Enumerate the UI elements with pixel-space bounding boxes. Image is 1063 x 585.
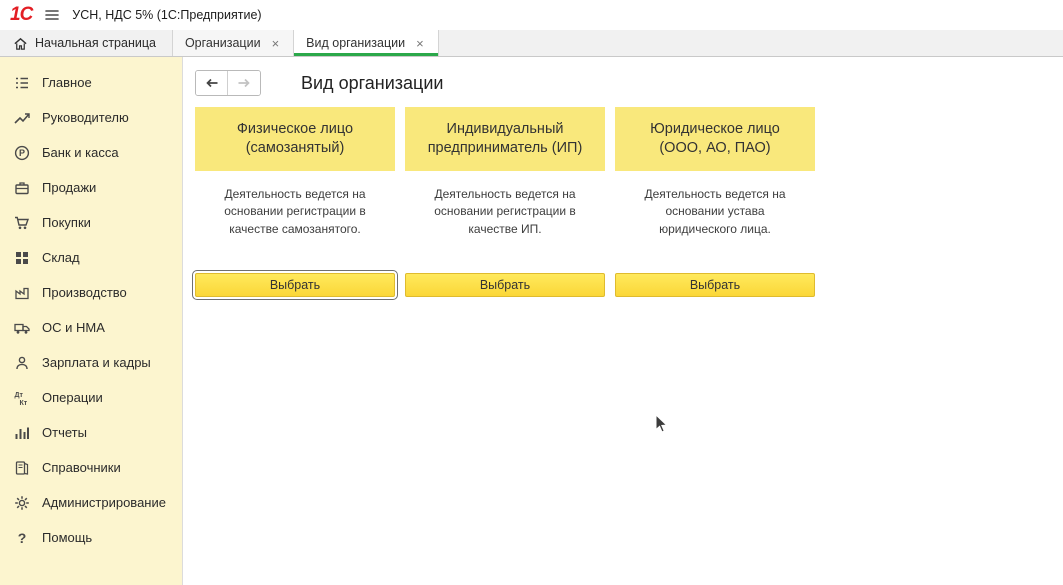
card-legal-entity: Юридическое лицо (ООО, АО, ПАО) Деятельн… (615, 107, 815, 297)
sidebar-item-references[interactable]: Справочники (0, 450, 182, 485)
sidebar-item-label: Покупки (42, 215, 91, 230)
sidebar-item-label: Отчеты (42, 425, 87, 440)
window-title: УСН, НДС 5% (1С:Предприятие) (72, 8, 261, 22)
arrow-right-icon (236, 75, 252, 91)
sidebar-item-bank-cash[interactable]: Р Банк и касса (0, 135, 182, 170)
card-self-employed: Физическое лицо (самозанятый) Деятельнос… (195, 107, 395, 297)
sidebar-item-help[interactable]: ? Помощь (0, 520, 182, 555)
pallet-grid-icon (14, 250, 30, 266)
sidebar-item-label: Администрирование (42, 495, 166, 510)
books-icon (14, 460, 30, 476)
truck-icon (14, 320, 30, 336)
person-icon (14, 355, 30, 371)
ruble-coin-icon: Р (14, 145, 30, 161)
forward-button[interactable] (228, 71, 260, 95)
main-content: Вид организации Физическое лицо (самозан… (183, 57, 1063, 585)
sidebar-item-production[interactable]: Производство (0, 275, 182, 310)
card-description: Деятельность ведется на основании устава… (615, 171, 815, 273)
sidebar-item-label: Склад (42, 250, 80, 265)
sidebar-item-operations[interactable]: ДтКт Операции (0, 380, 182, 415)
sidebar-item-warehouse[interactable]: Склад (0, 240, 182, 275)
tab-bar: Начальная страница Организации × Вид орг… (0, 30, 1063, 57)
svg-text:Дт: Дт (15, 392, 24, 399)
main-menu-button[interactable] (44, 7, 60, 23)
arrow-left-icon (204, 75, 220, 91)
briefcase-icon (14, 180, 30, 196)
tab-organization-type[interactable]: Вид организации × (294, 30, 439, 56)
sidebar-item-administration[interactable]: Администрирование (0, 485, 182, 520)
sidebar-item-reports[interactable]: Отчеты (0, 415, 182, 450)
sidebar-item-label: Продажи (42, 180, 96, 195)
question-icon: ? (14, 530, 30, 546)
debit-credit-icon: ДтКт (14, 390, 30, 406)
choose-button-legal-entity[interactable]: Выбрать (615, 273, 815, 297)
sidebar-item-label: Операции (42, 390, 103, 405)
page-title: Вид организации (301, 73, 443, 94)
hamburger-menu-icon (44, 7, 60, 23)
choose-button-individual-entrepreneur[interactable]: Выбрать (405, 273, 605, 297)
1c-logo: 1С (10, 4, 32, 26)
tab-organizations[interactable]: Организации × (173, 30, 294, 56)
sidebar-item-manager[interactable]: Руководителю (0, 100, 182, 135)
trend-chart-icon (14, 110, 30, 126)
organization-type-cards: Физическое лицо (самозанятый) Деятельнос… (195, 107, 1063, 297)
card-title: Индивидуальный предприниматель (ИП) (405, 107, 605, 171)
factory-icon (14, 285, 30, 301)
sidebar-item-label: Зарплата и кадры (42, 355, 151, 370)
sidebar-item-label: Банк и касса (42, 145, 119, 160)
tab-label: Вид организации (306, 36, 405, 50)
shopping-cart-icon (14, 215, 30, 231)
card-description: Деятельность ведется на основании регист… (195, 171, 395, 273)
tab-close-icon[interactable]: × (270, 36, 282, 51)
tab-close-icon[interactable]: × (414, 36, 426, 51)
sidebar: Главное Руководителю Р Банк и касса Прод… (0, 57, 183, 585)
choose-button-self-employed[interactable]: Выбрать (195, 273, 395, 297)
sidebar-item-label: Помощь (42, 530, 92, 545)
svg-text:?: ? (18, 530, 27, 546)
svg-text:Р: Р (19, 148, 25, 158)
sidebar-item-label: Справочники (42, 460, 121, 475)
back-button[interactable] (196, 71, 228, 95)
list-icon (14, 75, 30, 91)
svg-text:Кт: Кт (20, 400, 28, 406)
sidebar-item-sales[interactable]: Продажи (0, 170, 182, 205)
card-title: Физическое лицо (самозанятый) (195, 107, 395, 171)
sidebar-item-label: Руководителю (42, 110, 129, 125)
home-icon (12, 35, 28, 51)
tab-label: Организации (185, 36, 261, 50)
sidebar-item-label: Производство (42, 285, 127, 300)
titlebar: 1С УСН, НДС 5% (1С:Предприятие) (0, 0, 1063, 30)
gear-icon (14, 495, 30, 511)
tab-home-label: Начальная страница (35, 36, 156, 50)
card-individual-entrepreneur: Индивидуальный предприниматель (ИП) Деят… (405, 107, 605, 297)
sidebar-item-purchases[interactable]: Покупки (0, 205, 182, 240)
sidebar-item-fixed-assets[interactable]: ОС и НМА (0, 310, 182, 345)
card-description: Деятельность ведется на основании регист… (405, 171, 605, 273)
card-title: Юридическое лицо (ООО, АО, ПАО) (615, 107, 815, 171)
sidebar-item-payroll[interactable]: Зарплата и кадры (0, 345, 182, 380)
sidebar-item-label: Главное (42, 75, 92, 90)
sidebar-item-label: ОС и НМА (42, 320, 105, 335)
bar-chart-icon (14, 425, 30, 441)
sidebar-item-main[interactable]: Главное (0, 65, 182, 100)
tab-home[interactable]: Начальная страница (0, 30, 173, 56)
nav-history-group (195, 70, 261, 96)
